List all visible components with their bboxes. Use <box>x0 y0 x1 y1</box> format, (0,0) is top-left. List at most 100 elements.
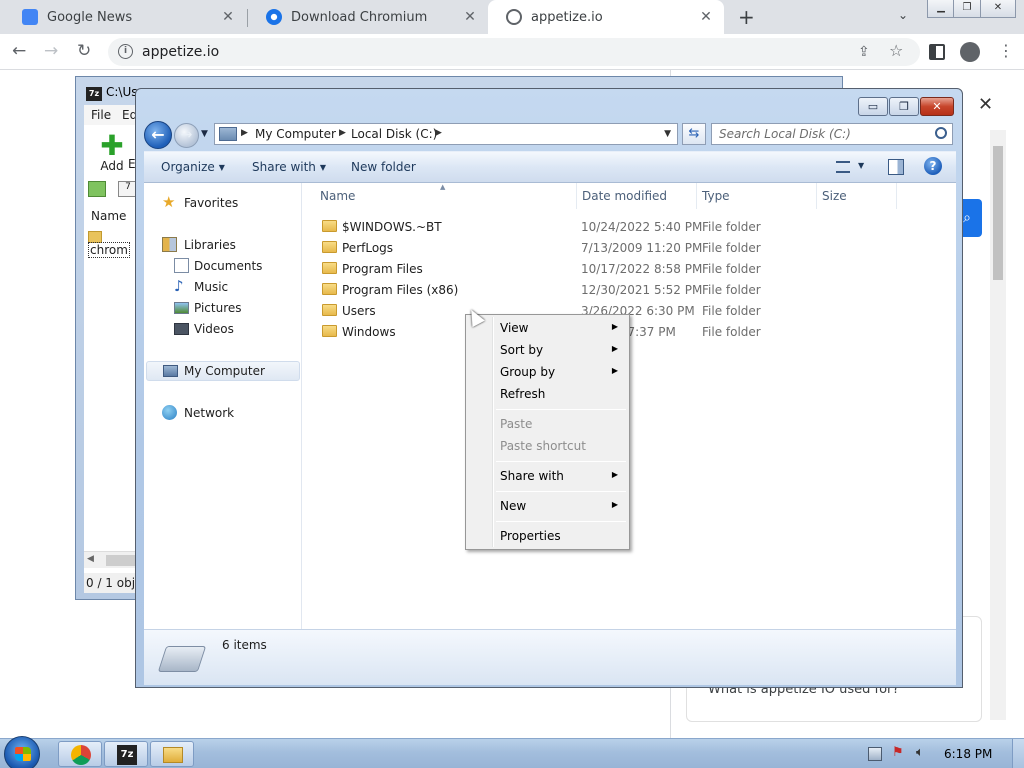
system-clock[interactable]: 6:18 PM <box>944 747 992 761</box>
network-globe-icon <box>162 405 177 420</box>
file-date: 10/17/2022 8:58 PM <box>581 262 703 276</box>
column-date-modified[interactable]: Date modified <box>582 189 667 203</box>
volume-icon[interactable]: 🔈︎ <box>916 745 930 760</box>
share-with-button[interactable]: Share with ▼ <box>252 160 326 174</box>
start-button[interactable] <box>4 736 40 768</box>
nav-music[interactable]: ♪ Music <box>144 277 302 297</box>
site-info-icon[interactable]: i <box>118 44 133 59</box>
breadcrumb-separator-icon[interactable]: ▶ <box>435 128 442 138</box>
sevenzip-item-label: chrom <box>88 242 130 258</box>
tab-search-chevron-icon[interactable]: ⌄ <box>898 8 908 22</box>
forward-arrow-icon[interactable]: → <box>44 41 58 61</box>
page-scrollbar[interactable] <box>990 130 1006 720</box>
close-window-button[interactable]: ✕ <box>980 0 1016 18</box>
action-center-flag-icon[interactable]: ⚑ <box>892 745 906 760</box>
refresh-button[interactable]: ⇆ <box>682 123 706 145</box>
file-row[interactable]: PerfLogs 7/13/2009 11:20 PM File folder <box>304 237 956 258</box>
column-divider[interactable] <box>576 183 577 209</box>
explorer-address-bar[interactable]: ▶ My Computer ▶ Local Disk (C:) ▶ ▼ <box>214 123 678 145</box>
menu-separator <box>496 491 626 492</box>
taskbar-explorer-button[interactable] <box>150 741 194 767</box>
nav-label: Music <box>194 280 229 294</box>
organize-button[interactable]: Organize ▼ <box>161 160 225 174</box>
back-button[interactable]: ← <box>144 121 172 149</box>
close-tab-icon[interactable]: ✕ <box>698 9 714 25</box>
column-type[interactable]: Type <box>702 189 730 203</box>
kebab-menu-icon[interactable]: ⋮ <box>998 41 1014 60</box>
restore-window-button[interactable]: ❐ <box>953 0 981 18</box>
page-scrollbar-thumb[interactable] <box>993 146 1003 280</box>
recent-pages-chevron-icon[interactable]: ▼ <box>201 129 208 139</box>
menu-item-share-with[interactable]: Share with ▶ <box>468 466 627 486</box>
breadcrumb-separator-icon[interactable]: ▶ <box>241 128 248 138</box>
menu-item-paste[interactable]: Paste <box>468 414 627 434</box>
side-panel-icon[interactable] <box>929 44 945 60</box>
nav-libraries[interactable]: Libraries <box>144 235 302 255</box>
file-row[interactable]: Windows 2 7:37 PM File folder <box>304 321 956 342</box>
address-dropdown-icon[interactable]: ▼ <box>664 129 671 139</box>
nav-videos[interactable]: Videos <box>144 319 302 339</box>
menu-item-refresh[interactable]: Refresh <box>468 384 627 404</box>
back-arrow-icon[interactable]: ← <box>12 41 26 61</box>
tab-appetize[interactable]: appetize.io ✕ <box>488 0 724 34</box>
close-tab-icon[interactable]: ✕ <box>220 9 236 25</box>
sevenzip-add-label: Add <box>100 159 124 173</box>
file-row[interactable]: Users 3/26/2022 6:30 PM File folder <box>304 300 956 321</box>
file-row[interactable]: Program Files (x86) 12/30/2021 5:52 PM F… <box>304 279 956 300</box>
reload-icon[interactable]: ↻ <box>77 41 91 61</box>
scroll-left-icon[interactable]: ◀ <box>87 554 94 564</box>
column-size[interactable]: Size <box>822 189 847 203</box>
menu-item-sort-by[interactable]: Sort by ▶ <box>468 340 627 360</box>
page-close-icon[interactable]: ✕ <box>978 94 993 115</box>
explorer-minimize-button[interactable]: ▭ <box>858 97 888 116</box>
column-divider[interactable] <box>816 183 817 209</box>
sevenzip-list-item[interactable]: chrom <box>88 229 140 258</box>
file-row[interactable]: Program Files 10/17/2022 8:58 PM File fo… <box>304 258 956 279</box>
menu-item-paste-shortcut[interactable]: Paste shortcut <box>468 436 627 456</box>
close-tab-icon[interactable]: ✕ <box>462 9 478 25</box>
explorer-search-box[interactable]: Search Local Disk (C:) <box>711 123 953 145</box>
change-view-icon[interactable] <box>836 161 850 173</box>
menu-item-group-by[interactable]: Group by ▶ <box>468 362 627 382</box>
menu-item-properties[interactable]: Properties <box>468 526 627 546</box>
view-options-chevron-icon[interactable]: ▼ <box>858 161 864 170</box>
file-row[interactable]: $WINDOWS.~BT 10/24/2022 5:40 PM File fol… <box>304 216 956 237</box>
show-desktop-button[interactable] <box>1012 739 1024 768</box>
breadcrumb-separator-icon[interactable]: ▶ <box>339 128 346 138</box>
new-tab-button[interactable]: + <box>738 5 755 29</box>
menu-item-new[interactable]: New ▶ <box>468 496 627 516</box>
nav-favorites[interactable]: ★ Favorites <box>144 193 302 213</box>
sevenzip-menu-file[interactable]: File <box>91 108 111 122</box>
explorer-maximize-button[interactable]: ❐ <box>889 97 919 116</box>
sevenzip-column-name[interactable]: Name <box>84 205 139 227</box>
column-divider[interactable] <box>896 183 897 209</box>
help-icon[interactable]: ? <box>924 157 942 175</box>
column-name[interactable]: Name <box>320 189 355 203</box>
share-icon[interactable]: ⇪ <box>858 44 870 60</box>
breadcrumb-my-computer[interactable]: My Computer <box>255 127 336 141</box>
profile-avatar-icon[interactable] <box>960 42 980 62</box>
taskbar-chrome-button[interactable] <box>58 741 102 767</box>
tab-download-chromium[interactable]: Download Chromium ✕ <box>248 0 488 34</box>
bookmark-star-icon[interactable]: ☆ <box>889 41 903 60</box>
sevenzip-add-button[interactable]: ✚ Add <box>92 132 132 174</box>
folder-up-icon[interactable] <box>88 181 106 197</box>
search-icon[interactable] <box>935 127 947 139</box>
address-bar[interactable]: i appetize.io <box>108 38 920 66</box>
preview-pane-icon[interactable] <box>888 159 904 175</box>
nav-documents[interactable]: Documents <box>144 256 302 276</box>
forward-button[interactable]: → <box>174 123 199 148</box>
taskbar-sevenzip-button[interactable]: 7z <box>104 741 148 767</box>
menu-item-view[interactable]: View ▶ <box>468 318 627 338</box>
nav-network[interactable]: Network <box>144 403 302 423</box>
breadcrumb-local-disk[interactable]: Local Disk (C:) <box>351 127 437 141</box>
sevenzip-hscrollbar[interactable]: ◀ <box>84 551 140 568</box>
nav-pictures[interactable]: Pictures <box>144 298 302 318</box>
network-tray-icon[interactable] <box>868 747 882 761</box>
new-folder-button[interactable]: New folder <box>351 160 416 174</box>
minimize-window-button[interactable]: ▁ <box>927 0 955 18</box>
nav-my-computer[interactable]: My Computer <box>146 361 300 381</box>
explorer-close-button[interactable]: ✕ <box>920 97 954 116</box>
column-divider[interactable] <box>696 183 697 209</box>
tab-google-news[interactable]: Google News ✕ <box>4 0 246 34</box>
